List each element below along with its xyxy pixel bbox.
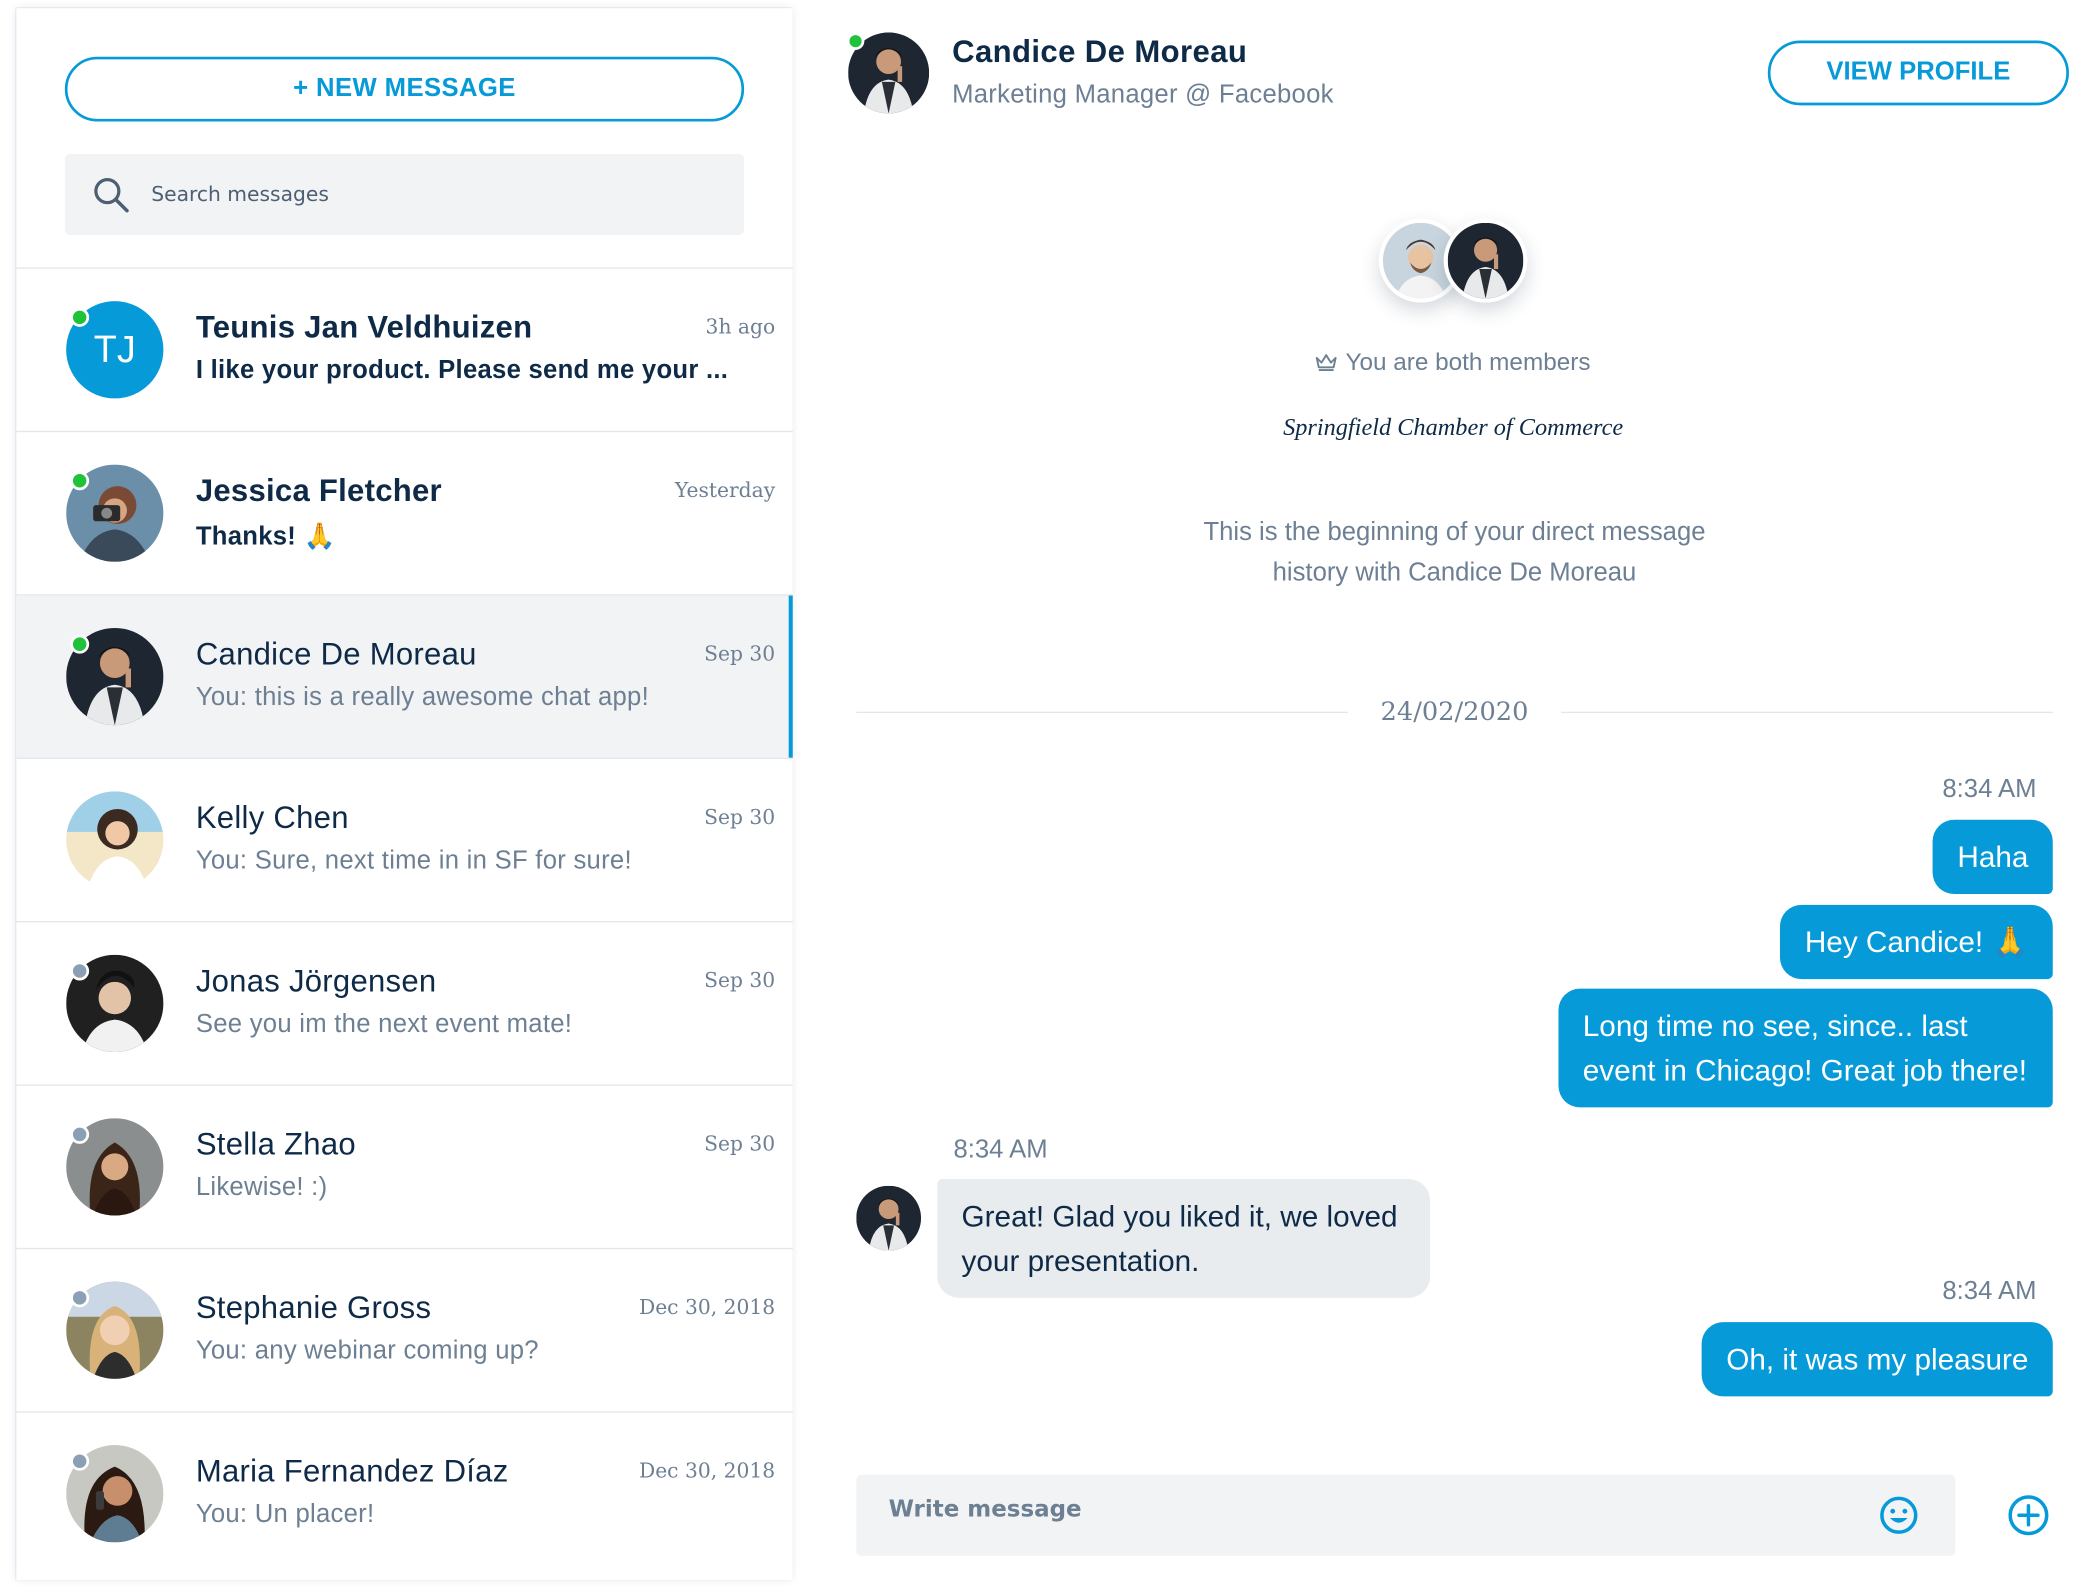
contact-name: Kelly Chen: [195, 799, 349, 835]
contact-name: Jessica Fletcher: [195, 472, 442, 508]
conversation-sidebar: + NEW MESSAGE TJ Teunis Jan Veldhuizen I…: [16, 8, 793, 1581]
message-preview: Likewise! :): [195, 1173, 328, 1202]
sender-avatar: [856, 1186, 921, 1251]
message-timestamp: 8:34 AM: [1942, 775, 2037, 804]
message-time: Sep 30: [704, 804, 776, 830]
message-composer[interactable]: [856, 1474, 1956, 1556]
message-time: 3h ago: [705, 314, 776, 339]
conversation-item-active[interactable]: Candice De Moreau You: this is a really …: [16, 595, 793, 759]
online-status-dot: [70, 471, 90, 491]
online-status-dot: [846, 32, 865, 50]
contact-avatar-small: [1443, 218, 1528, 303]
message-time: Sep 30: [704, 641, 776, 666]
shared-membership: You are both members: [0, 348, 2096, 376]
date-separator: 24/02/2020: [856, 694, 2053, 729]
avatar: [66, 628, 163, 725]
organization-name[interactable]: Springfield Chamber of Commerce: [0, 413, 2096, 441]
message-time: Yesterday: [674, 478, 776, 503]
date-label: 24/02/2020: [1380, 696, 1529, 727]
outgoing-message: Hey Candice! 🙏: [1780, 904, 2053, 980]
shared-avatars: [1378, 218, 1533, 305]
members-text: You are both members: [1345, 348, 1591, 376]
avatar: [66, 791, 163, 888]
avatar: [66, 465, 163, 562]
avatar: [66, 1445, 163, 1542]
outgoing-message: Oh, it was my pleasure: [1701, 1322, 2053, 1397]
message-time: Sep 30: [704, 968, 776, 993]
contact-name: Maria Fernandez Díaz: [195, 1453, 509, 1489]
contact-name: Jonas Jörgensen: [195, 962, 437, 999]
outgoing-message: Long time no see, since.. last event in …: [1558, 988, 2053, 1108]
emoji-icon[interactable]: [1879, 1495, 1920, 1536]
view-profile-button[interactable]: VIEW PROFILE: [1767, 40, 2069, 106]
new-message-button[interactable]: + NEW MESSAGE: [64, 56, 745, 122]
crown-icon: [1316, 354, 1337, 371]
online-status-dot: [70, 634, 90, 654]
offline-status-dot: [70, 1288, 90, 1308]
avatar: [66, 955, 163, 1052]
avatar: [66, 1282, 163, 1379]
history-start-text: This is the beginning of your direct mes…: [1203, 518, 1706, 588]
contact-name: Stella Zhao: [195, 1126, 356, 1162]
message-timestamp: 8:34 AM: [953, 1135, 1048, 1165]
message-preview: You: this is a really awesome chat app!: [195, 683, 649, 712]
conversation-item[interactable]: Stephanie Gross You: any webinar coming …: [16, 1249, 793, 1413]
chat-contact-name: Candice De Moreau: [952, 33, 1248, 69]
conversation-item[interactable]: Jessica Fletcher Thanks! 🙏 Yesterday: [16, 432, 793, 596]
divider: [856, 711, 1349, 713]
avatar: [66, 1118, 163, 1215]
message-preview: Thanks! 🙏: [195, 522, 336, 552]
offline-status-dot: [70, 961, 90, 981]
offline-status-dot: [70, 1451, 90, 1471]
message-time: Dec 30, 2018: [638, 1458, 776, 1483]
contact-name: Stephanie Gross: [195, 1289, 432, 1325]
conversation-list: TJ Teunis Jan Veldhuizen I like your pro…: [16, 267, 793, 1576]
photo-avatar: [66, 791, 163, 888]
message-preview: You: any webinar coming up?: [195, 1336, 539, 1366]
plus-circle-icon[interactable]: [2007, 1494, 2050, 1537]
conversation-item[interactable]: Maria Fernandez Díaz You: Un placer! Dec…: [16, 1413, 793, 1576]
message-input[interactable]: [888, 1496, 1834, 1524]
divider: [1560, 711, 2053, 713]
conversation-item[interactable]: Stella Zhao Likewise! :) Sep 30: [16, 1086, 793, 1250]
message-timestamp: 8:34 AM: [1942, 1277, 2037, 1306]
message-time: Dec 30, 2018: [638, 1295, 776, 1320]
online-status-dot: [70, 307, 90, 327]
message-preview: You: Un placer!: [195, 1500, 375, 1529]
search-input[interactable]: [151, 182, 692, 207]
outgoing-message: Haha: [1933, 819, 2053, 895]
search-box[interactable]: [64, 153, 745, 235]
message-time: Sep 30: [704, 1131, 776, 1157]
chat-contact-role: Marketing Manager @ Facebook: [952, 81, 1334, 110]
contact-avatar[interactable]: [846, 32, 929, 113]
conversation-item[interactable]: Kelly Chen You: Sure, next time in in SF…: [16, 759, 793, 923]
search-icon: [94, 177, 129, 213]
offline-status-dot: [70, 1124, 90, 1144]
contact-name: Teunis Jan Veldhuizen: [195, 309, 533, 345]
message-preview: See you im the next event mate!: [195, 1010, 573, 1039]
contact-name: Candice De Moreau: [195, 636, 477, 672]
conversation-item[interactable]: Jonas Jörgensen See you im the next even…: [16, 922, 793, 1086]
incoming-message: Great! Glad you liked it, we loved your …: [937, 1178, 1431, 1298]
message-preview: You: Sure, next time in in SF for sure!: [195, 846, 632, 876]
